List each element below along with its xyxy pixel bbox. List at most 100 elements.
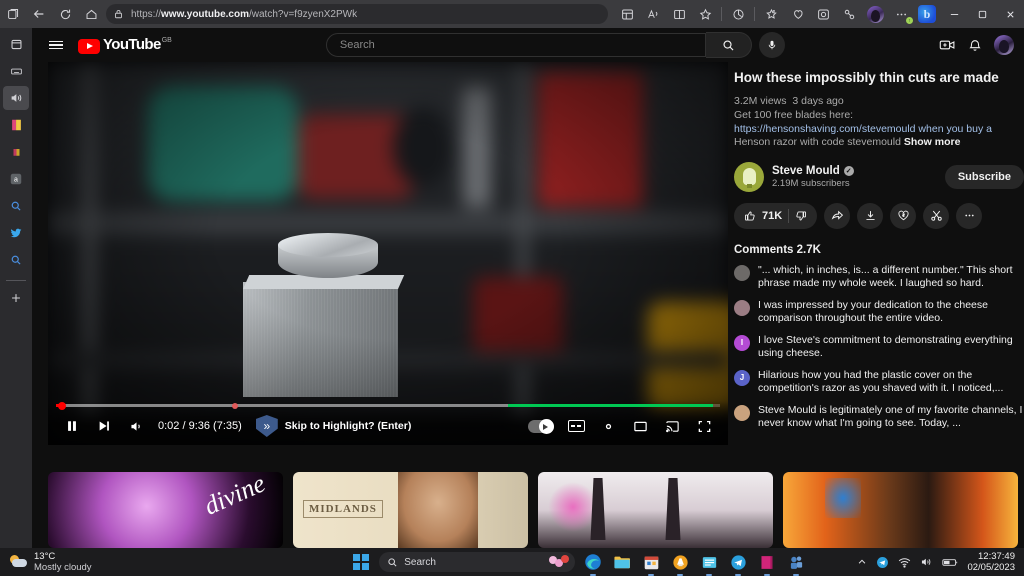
shopping-icon[interactable] — [784, 3, 810, 25]
subscribe-button[interactable]: Subscribe — [945, 165, 1024, 189]
hamburger-menu-icon[interactable] — [42, 31, 70, 59]
back-arrow-icon[interactable] — [26, 3, 52, 25]
list-item[interactable]: "... which, in inches, is... a different… — [734, 264, 1024, 291]
search-box[interactable] — [326, 33, 706, 57]
list-item[interactable]: I I love Steve's commitment to demonstra… — [734, 334, 1024, 361]
volume-icon[interactable] — [120, 410, 152, 442]
time-display: 0:02 / 9:36 (7:35) — [158, 420, 242, 432]
thumbnail-ink[interactable] — [538, 472, 773, 548]
weather-widget[interactable]: 13°C Mostly cloudy — [0, 551, 300, 573]
favorites-star-icon[interactable] — [692, 3, 718, 25]
bell-icon[interactable] — [968, 38, 982, 53]
system-tray: 12:37:49 02/05/2023 — [857, 551, 1024, 573]
gear-icon[interactable] — [592, 410, 624, 442]
show-hidden-icons-icon[interactable] — [857, 557, 867, 567]
search-input[interactable] — [340, 39, 705, 51]
account-avatar[interactable] — [994, 35, 1014, 55]
miniplayer-icon[interactable] — [624, 410, 656, 442]
channel-name-row[interactable]: Steve Mould ✓ — [772, 165, 945, 177]
weather-condition: Mostly cloudy — [34, 562, 92, 573]
lightbulb-avatar-icon[interactable] — [734, 162, 764, 192]
taskbar-search[interactable]: Search — [379, 552, 575, 572]
windows-start-icon[interactable] — [350, 551, 372, 573]
list-item[interactable]: J Hilarious how you had the plastic cove… — [734, 369, 1024, 396]
edge-icon[interactable] — [582, 551, 604, 573]
minimize-button[interactable] — [940, 1, 968, 27]
download-icon[interactable] — [857, 203, 883, 229]
maximize-button[interactable] — [968, 1, 996, 27]
cast-icon[interactable] — [656, 410, 688, 442]
bookmark-small-icon[interactable] — [3, 140, 29, 164]
bookmark-color-icon[interactable] — [3, 113, 29, 137]
battery-icon[interactable] — [942, 557, 958, 568]
thumbnail-fire[interactable] — [783, 472, 1018, 548]
close-button[interactable] — [996, 1, 1024, 27]
search-blue-icon[interactable] — [3, 194, 29, 218]
extensions-icon[interactable] — [836, 3, 862, 25]
description-link[interactable]: https://hensonshaving.com/stevemould whe… — [734, 123, 1024, 137]
closed-captions-icon[interactable] — [560, 410, 592, 442]
like-dislike-group[interactable]: 71K — [734, 203, 817, 229]
profile-avatar-icon[interactable] — [862, 3, 888, 25]
search-button[interactable] — [706, 32, 752, 58]
bing-copilot-icon[interactable]: b — [914, 3, 940, 25]
video-actions: 71K — [734, 203, 1024, 229]
address-bar[interactable]: https://www.youtube.com/watch?v=f9zyenX2… — [106, 4, 608, 24]
read-aloud-icon[interactable] — [640, 3, 666, 25]
thumbs-up-icon[interactable] — [744, 210, 756, 222]
skip-to-highlight-button[interactable]: » Skip to Highlight? (Enter) — [256, 415, 412, 437]
svg-text:a: a — [14, 177, 18, 184]
clock[interactable]: 12:37:49 02/05/2023 — [967, 551, 1015, 573]
store-icon[interactable] — [640, 551, 662, 573]
split-screen-icon[interactable] — [614, 3, 640, 25]
keyboard-icon[interactable] — [3, 59, 29, 83]
comment-text: Hilarious how you had the plastic cover … — [758, 369, 1024, 396]
video-player[interactable]: 0:02 / 9:36 (7:35) » Skip to Highlight? … — [48, 62, 728, 445]
tray-time: 12:37:49 — [967, 551, 1015, 562]
thumbs-down-icon[interactable] — [795, 210, 807, 222]
collections-icon[interactable] — [758, 3, 784, 25]
teams-icon[interactable] — [785, 551, 807, 573]
telegram-icon[interactable] — [727, 551, 749, 573]
search-illustration-icon — [549, 554, 569, 570]
heart-dollar-icon[interactable] — [890, 203, 916, 229]
screenshot-icon[interactable] — [810, 3, 836, 25]
reading-view-icon[interactable] — [666, 3, 692, 25]
next-video-icon[interactable] — [88, 410, 120, 442]
fullscreen-icon[interactable] — [688, 410, 720, 442]
list-item[interactable]: Steve Mould is legitimately one of my fa… — [734, 404, 1024, 431]
more-horizontal-icon[interactable] — [956, 203, 982, 229]
settings-more-icon[interactable]: ↑ — [888, 3, 914, 25]
file-explorer-icon[interactable] — [611, 551, 633, 573]
thumbnail-divine[interactable] — [48, 472, 283, 548]
youtube-logo[interactable]: YouTube GB — [78, 37, 172, 54]
amazon-icon[interactable]: a — [3, 167, 29, 191]
pause-icon[interactable] — [56, 410, 88, 442]
comment-avatar-5 — [734, 405, 750, 421]
volume-tray-icon[interactable] — [920, 556, 933, 568]
speaker-icon[interactable] — [3, 86, 29, 110]
refresh-icon[interactable] — [52, 3, 78, 25]
wifi-icon[interactable] — [898, 557, 911, 568]
thumbnail-midlands[interactable]: MIDLANDS — [293, 472, 528, 548]
video-description[interactable]: Get 100 free blades here: https://henson… — [734, 109, 1024, 150]
thumbnail-midlands-label: MIDLANDS — [303, 500, 383, 518]
scissors-icon[interactable] — [923, 203, 949, 229]
notepad-icon[interactable] — [698, 551, 720, 573]
split-screen-icon[interactable] — [3, 32, 29, 56]
create-video-icon[interactable] — [939, 38, 956, 52]
tab-actions-icon[interactable] — [0, 3, 26, 25]
twitter-icon[interactable] — [3, 221, 29, 245]
add-sidebar-app-button[interactable] — [3, 286, 29, 310]
microphone-icon[interactable] — [759, 32, 785, 58]
telegram-tray-icon[interactable] — [876, 556, 889, 569]
autoplay-toggle[interactable] — [528, 420, 554, 433]
home-icon[interactable] — [78, 3, 104, 25]
browser-essentials-icon[interactable] — [725, 3, 751, 25]
share-arrow-icon[interactable] — [824, 203, 850, 229]
search-blue2-icon[interactable] — [3, 248, 29, 272]
vlc-icon[interactable] — [669, 551, 691, 573]
onenote-icon[interactable] — [756, 551, 778, 573]
show-more-button[interactable]: Show more — [904, 136, 961, 148]
list-item[interactable]: I was impressed by your dedication to th… — [734, 299, 1024, 326]
